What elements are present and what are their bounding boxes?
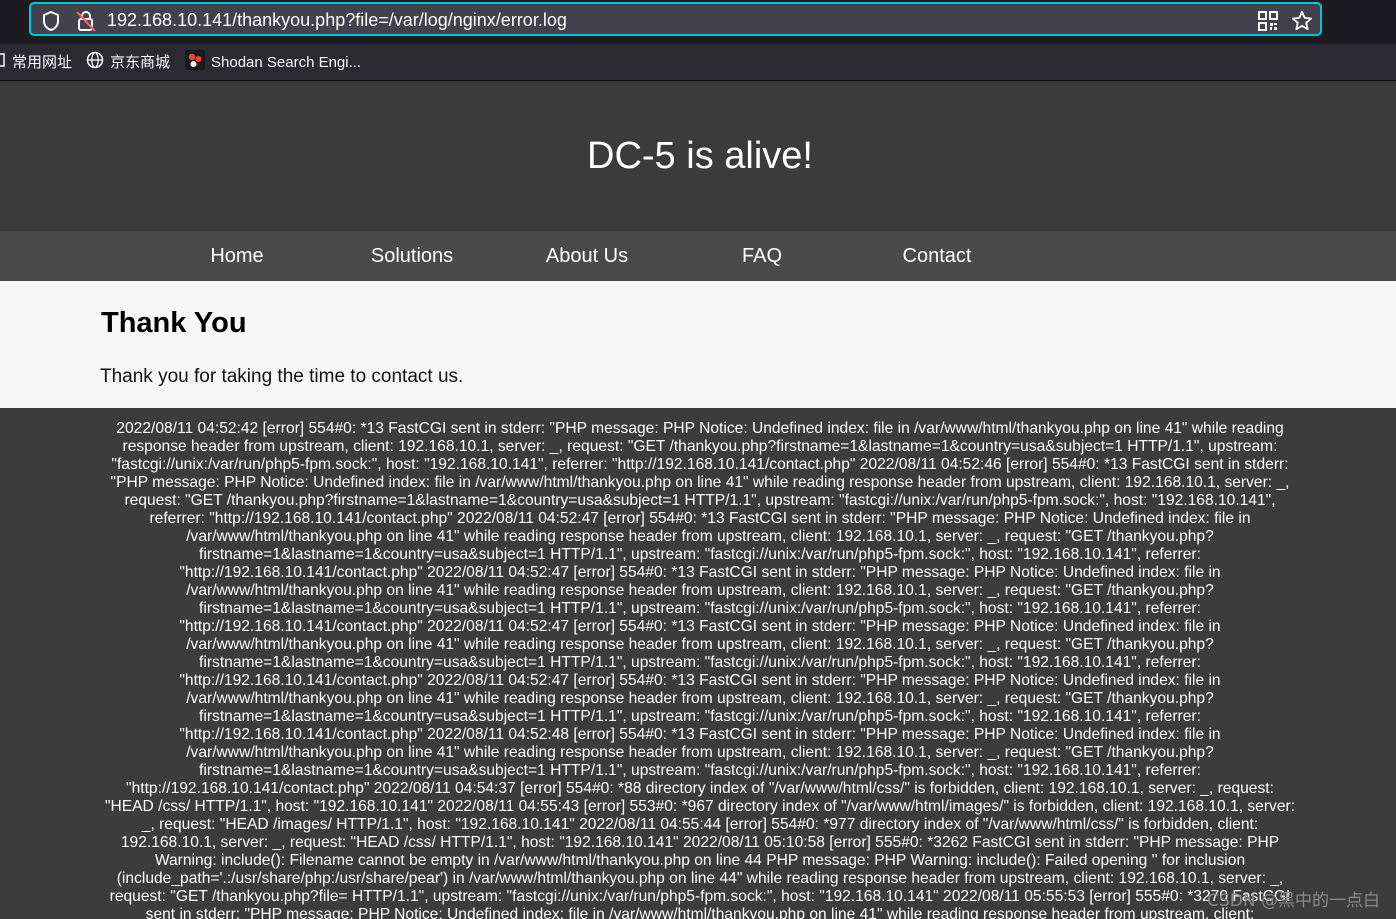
globe-icon — [86, 51, 104, 75]
page-heading: Thank You — [101, 307, 247, 339]
bookmark-jd[interactable]: 京东商城 — [86, 51, 171, 75]
footer-log-output: 2022/08/11 04:52:42 [error] 554#0: *13 F… — [0, 408, 1396, 919]
bookmark-label: 常用网址 — [12, 54, 73, 71]
browser-toolbar: 192.168.10.141/thankyou.php?file=/var/lo… — [0, 0, 1396, 44]
bookmark-common-sites[interactable]: 常用网址 — [0, 53, 72, 73]
address-bar[interactable]: 192.168.10.141/thankyou.php?file=/var/lo… — [29, 2, 1322, 36]
thank-you-message: Thank you for taking the time to contact… — [100, 366, 464, 387]
watermark: CSDN @黑中的一点白 — [1207, 891, 1380, 911]
folder-icon — [0, 52, 6, 74]
site-title: DC-5 is alive! — [587, 135, 813, 177]
nav-faq[interactable]: FAQ — [674, 244, 850, 268]
bookmark-label: 京东商城 — [110, 54, 171, 71]
bookmarks-bar: 常用网址 京东商城 Shodan Search Engi... — [0, 44, 1396, 81]
bookmark-star-icon[interactable] — [1291, 10, 1313, 37]
nav-contact[interactable]: Contact — [849, 244, 1025, 268]
bookmark-shodan[interactable]: Shodan Search Engi... — [185, 50, 362, 76]
bookmark-label: Shodan Search Engi... — [211, 54, 362, 71]
nav-about-us[interactable]: About Us — [499, 244, 675, 268]
site-header: DC-5 is alive! — [0, 81, 1396, 231]
nav-home[interactable]: Home — [149, 244, 325, 268]
qr-code-icon[interactable] — [1258, 11, 1278, 36]
insecure-lock-icon[interactable] — [75, 9, 97, 38]
main-nav: Home Solutions About Us FAQ Contact — [0, 231, 1396, 281]
thank-you-section: Thank You Thank you for taking the time … — [0, 281, 1396, 408]
nav-solutions[interactable]: Solutions — [324, 244, 500, 268]
error-log-text: 2022/08/11 04:52:42 [error] 554#0: *13 F… — [104, 420, 1296, 919]
shodan-icon — [185, 50, 205, 76]
url-text[interactable]: 192.168.10.141/thankyou.php?file=/var/lo… — [107, 10, 567, 30]
web-page: DC-5 is alive! Home Solutions About Us F… — [0, 81, 1396, 919]
shield-icon[interactable] — [41, 10, 61, 37]
